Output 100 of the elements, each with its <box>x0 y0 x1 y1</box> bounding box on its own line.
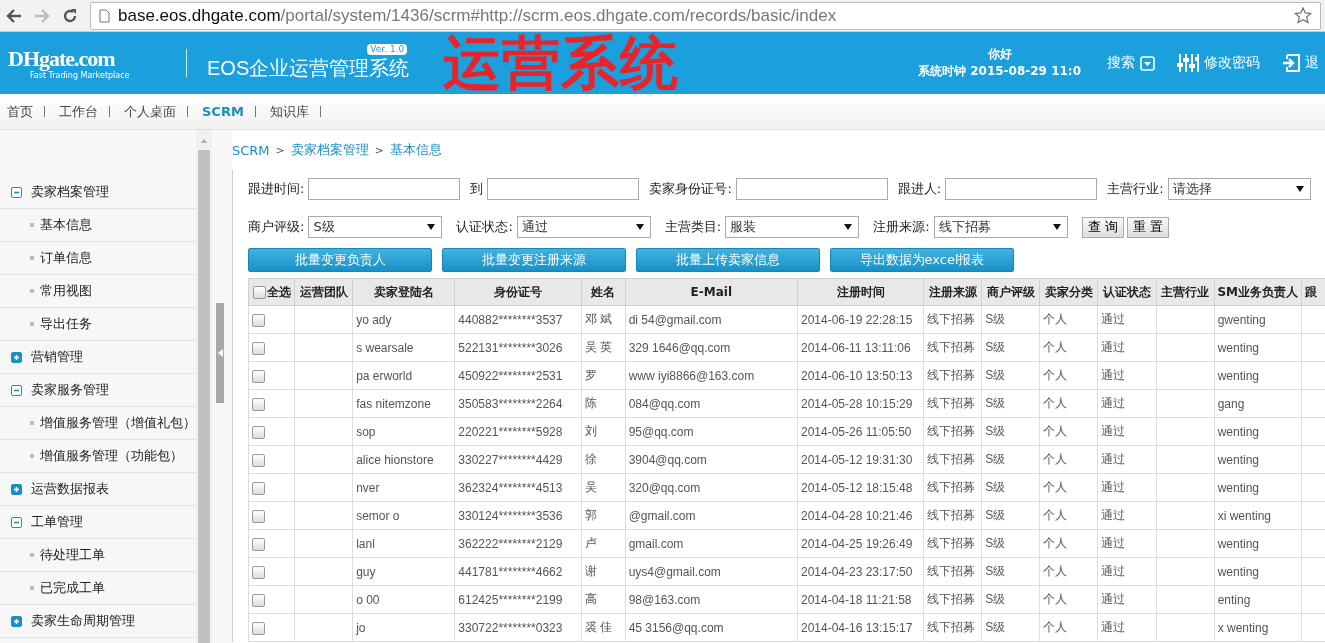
sidebar-group[interactable]: 工单管理 <box>0 506 196 539</box>
checkbox[interactable] <box>252 537 265 551</box>
sidebar-group[interactable]: 卖家档案管理 <box>0 176 196 209</box>
reload-icon[interactable] <box>62 7 78 24</box>
checkbox[interactable] <box>252 313 265 327</box>
table-cell: gwenting <box>1214 305 1302 334</box>
collapse-arrow-icon[interactable] <box>217 349 223 357</box>
nav-tab[interactable]: 首页 <box>0 106 45 117</box>
sliders-icon <box>1177 54 1199 72</box>
table-cell: 330124********3536 <box>454 501 582 530</box>
table-cell: wenting <box>1214 473 1302 502</box>
checkbox[interactable] <box>252 369 265 383</box>
table-cell: 郭 <box>581 501 626 530</box>
collapse-icon[interactable] <box>11 516 22 528</box>
filter-label: 主营行业: <box>1107 180 1164 198</box>
table-cell: S级 <box>981 389 1040 418</box>
filter-label: 认证状态: <box>456 218 513 236</box>
panel-splitter[interactable] <box>216 303 224 403</box>
collapse-icon[interactable] <box>11 186 22 198</box>
table-cell: 522131********3026 <box>454 333 582 362</box>
dropdown-icon <box>1140 55 1155 71</box>
nav-tab[interactable]: 知识库 <box>262 106 321 117</box>
sidebar-item-label: 增值服务管理（功能包） <box>40 447 183 465</box>
table-cell: 2014-06-10 13:50:13 <box>797 361 924 390</box>
breadcrumb-link[interactable]: 基本信息 <box>390 141 442 159</box>
sidebar-group-label: 卖家生命周期管理 <box>31 612 135 630</box>
filter-button[interactable]: 重 置 <box>1126 216 1169 238</box>
sidebar-group[interactable]: 营销管理 <box>0 341 196 374</box>
filter-button[interactable]: 查 询 <box>1081 216 1124 238</box>
table-cell: 通过 <box>1097 613 1157 642</box>
filter-label: 跟进时间: <box>248 180 305 198</box>
table-cell: S级 <box>981 305 1040 334</box>
checkbox[interactable] <box>252 341 265 355</box>
sidebar-group-label: 卖家档案管理 <box>31 183 109 201</box>
expand-icon[interactable] <box>11 615 22 627</box>
breadcrumb-separator: > <box>275 143 285 157</box>
sidebar-group[interactable]: 运营数据报表 <box>0 473 196 506</box>
table-cell: 线下招募 <box>923 585 982 614</box>
sidebar-group-label: 营销管理 <box>31 348 83 366</box>
select-field[interactable]: S级 <box>308 216 443 238</box>
input-field[interactable] <box>945 178 1098 200</box>
table-cell: 通过 <box>1097 333 1157 362</box>
table-cell: 通过 <box>1097 529 1157 558</box>
nav-tab[interactable]: 工作台 <box>52 106 110 117</box>
checkbox[interactable] <box>252 509 265 523</box>
table-cell: uys4@gmail.com <box>625 557 798 586</box>
collapse-icon[interactable] <box>11 384 22 396</box>
select-field[interactable]: 线下招募 <box>933 216 1068 238</box>
select-field[interactable]: 通过 <box>516 216 651 238</box>
expand-icon[interactable] <box>11 351 22 363</box>
breadcrumb-link[interactable]: SCRM <box>232 142 270 158</box>
select-field[interactable]: 请选择 <box>1167 178 1311 200</box>
star-icon[interactable] <box>1294 7 1312 24</box>
table-cell: 线下招募 <box>923 529 982 558</box>
table-cell: 2014-04-23 23:17:50 <box>797 557 924 586</box>
expand-icon[interactable] <box>11 483 22 495</box>
filter-label: 卖家身份证号: <box>649 180 732 198</box>
input-field[interactable] <box>308 178 461 200</box>
table-cell: S级 <box>981 529 1040 558</box>
table-cell: 362324********4513 <box>454 473 582 502</box>
table-cell: semor o <box>352 501 455 530</box>
table-cell: 450922********2531 <box>454 361 582 390</box>
column-header: 跟 <box>1301 278 1325 306</box>
table-cell: 谢 <box>581 557 626 586</box>
filter-label: 商户评级: <box>248 218 305 236</box>
checkbox[interactable] <box>252 481 265 495</box>
table-cell: wenting <box>1214 361 1302 390</box>
version-badge: Ver. 1.0 <box>367 44 408 55</box>
table-cell: 裘 佳 <box>581 613 626 642</box>
checkbox[interactable] <box>252 565 265 579</box>
table-cell: 320@qq.com <box>625 473 798 502</box>
checkbox[interactable] <box>252 425 265 439</box>
app-title: EOS企业运营管理系统 <box>207 56 410 81</box>
checkbox[interactable] <box>252 285 266 299</box>
checkbox[interactable] <box>252 453 265 467</box>
table-cell: 通过 <box>1097 417 1157 446</box>
checkbox[interactable] <box>252 621 265 635</box>
back-icon[interactable] <box>6 8 22 23</box>
input-field[interactable] <box>735 178 888 200</box>
input-field[interactable] <box>487 178 640 200</box>
scroll-up-icon[interactable] <box>200 138 208 144</box>
table-cell: x wenting <box>1214 613 1302 642</box>
sidebar-group[interactable]: 卖家服务管理 <box>0 374 196 407</box>
table-cell: 个人 <box>1039 417 1098 446</box>
table-cell: 通过 <box>1097 305 1157 334</box>
table-cell: jo <box>352 613 455 642</box>
nav-tab[interactable]: 个人桌面 <box>117 106 188 117</box>
table-cell: nver <box>352 473 455 502</box>
breadcrumb-link[interactable]: 卖家档案管理 <box>290 141 369 159</box>
table-cell: di 54@gmail.com <box>625 305 798 334</box>
table-cell: enting <box>1214 585 1302 614</box>
address-field[interactable]: base.eos.dhgate.com/portal/system/1436/scrm#http://scrm.eos.dhgate.com/records/basic/index <box>90 1 1321 30</box>
checkbox[interactable] <box>252 397 265 411</box>
table-cell: 卢 <box>581 529 626 558</box>
table-cell: S级 <box>981 585 1040 614</box>
sidebar-group[interactable]: 卖家生命周期管理 <box>0 605 196 638</box>
checkbox[interactable] <box>252 593 265 607</box>
table-cell: S级 <box>981 445 1040 474</box>
select-field[interactable]: 服装 <box>725 216 860 238</box>
scrollbar[interactable] <box>196 130 212 643</box>
